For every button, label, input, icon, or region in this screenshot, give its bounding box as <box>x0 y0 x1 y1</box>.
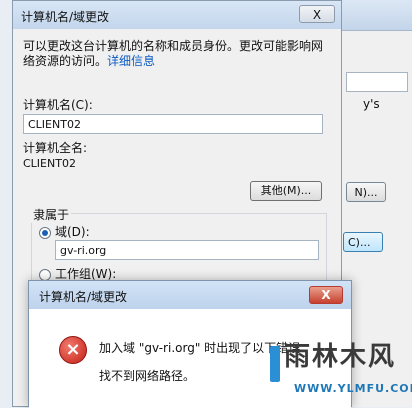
member-of-label: 隶属于 <box>31 208 72 223</box>
domain-label: 域(D): <box>55 225 90 239</box>
background-text-field[interactable] <box>346 72 408 92</box>
background-button[interactable]: N)... <box>346 182 386 202</box>
computer-name-label: 计算机名(C): <box>23 98 93 112</box>
watermark-text: 雨林木风 <box>284 342 397 372</box>
domain-radio[interactable] <box>39 227 51 239</box>
error-message-line2: 找不到网络路径。 <box>99 369 196 383</box>
error-dialog-titlebar: 计算机名/域更改 X <box>29 281 351 309</box>
full-name-label: 计算机全名: <box>23 141 88 155</box>
watermark-url: WWW.YLMFU.COM <box>294 382 412 395</box>
description-text: 可以更改这台计算机的名称和成员身份。更改可能影响网络资源的访问。 <box>23 39 324 68</box>
error-close-button[interactable]: X <box>309 286 343 304</box>
computer-name-input[interactable]: CLIENT02 <box>23 114 323 134</box>
background-partial-text: y's <box>363 97 380 111</box>
dialog-titlebar: 计算机名/域更改 X <box>13 1 341 29</box>
details-link[interactable]: 详细信息 <box>107 54 155 68</box>
dialog-title: 计算机名/域更改 <box>21 10 110 24</box>
watermark-bar-icon <box>270 346 280 382</box>
error-icon: × <box>59 336 87 364</box>
full-name-value: CLIENT02 <box>23 157 76 170</box>
dialog-description: 可以更改这台计算机的名称和成员身份。更改可能影响网络资源的访问。详细信息 <box>23 39 323 69</box>
other-button[interactable]: 其他(M)... <box>250 181 322 201</box>
close-button[interactable]: X <box>299 5 335 23</box>
domain-input[interactable]: gv-ri.org <box>55 240 319 260</box>
error-dialog-title: 计算机名/域更改 <box>39 290 128 304</box>
watermark-logo: 雨林木风 WWW.YLMFU.COM <box>266 332 412 407</box>
background-button-focused[interactable]: C)... <box>343 232 383 252</box>
